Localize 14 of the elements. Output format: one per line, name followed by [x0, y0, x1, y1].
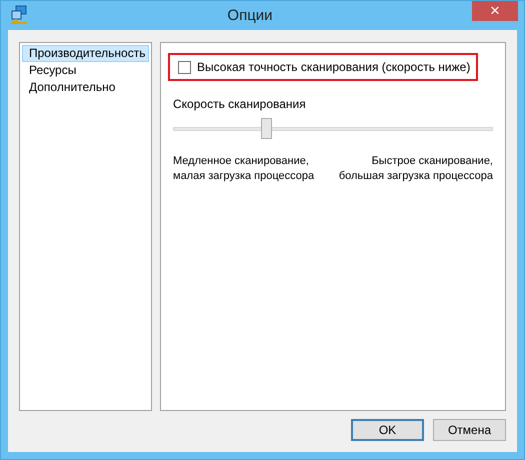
slider-thumb[interactable] — [261, 118, 272, 139]
checkbox[interactable] — [178, 60, 191, 74]
sidebar-item[interactable]: Ресурсы — [22, 62, 149, 79]
app-icon — [10, 4, 28, 24]
window-title: Опции — [226, 6, 274, 26]
slider-label: Скорость сканирования — [173, 96, 307, 113]
sidebar-item[interactable]: Производительность — [22, 45, 149, 62]
close-button[interactable]: × — [472, 1, 518, 21]
slow-caption: Медленное сканирование, малая загрузка процессора — [173, 154, 314, 184]
fast-caption: Быстрое сканирование, большая загрузка процессора — [338, 154, 493, 184]
cancel-button[interactable]: Отмена — [433, 419, 506, 441]
checkbox-label: Высокая точность сканирования (скорость ниже) — [197, 59, 470, 76]
ok-button[interactable]: OK — [351, 419, 424, 441]
sidebar-item[interactable]: Дополнительно — [22, 79, 149, 96]
